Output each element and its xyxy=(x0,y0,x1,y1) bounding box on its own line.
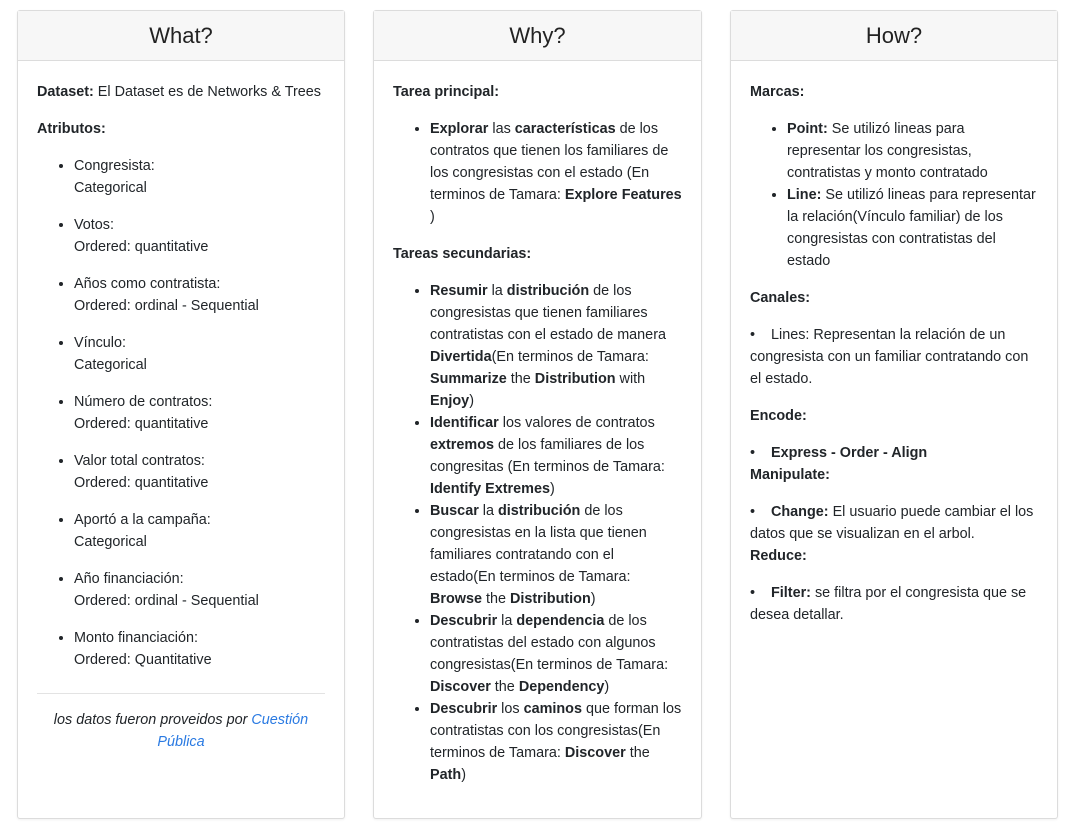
how-header: How? xyxy=(731,11,1057,61)
attribute-type: Categorical xyxy=(74,357,147,373)
mark-label: Line: xyxy=(787,187,822,203)
main-task-label: Tarea principal: xyxy=(393,84,500,100)
why-card: Why? Tarea principal: Explorar las carac… xyxy=(373,10,702,819)
list-item: Identificar los valores de contratos ext… xyxy=(430,412,682,500)
list-item: Años como contratista: Ordered: ordinal -… xyxy=(74,273,325,317)
attribute-name: Años como contratista: xyxy=(74,276,221,292)
list-item: Descubrir los caminos que forman los con… xyxy=(430,698,682,786)
list-item: Explorar las características de los cont… xyxy=(430,118,682,228)
attribute-type: Ordered: quantitative xyxy=(74,416,209,432)
attribute-type: Ordered: quantitative xyxy=(74,475,209,491)
secondary-task-list: Resumir la distribución de los congresis… xyxy=(393,280,682,786)
attributes-label: Atributos: xyxy=(37,121,106,137)
list-item: Votos: Ordered: quantitative xyxy=(74,214,325,258)
attribute-name: Año financiación: xyxy=(74,571,184,587)
filter-item: • Filter: se filtra por el congresista qu… xyxy=(750,582,1038,626)
attribute-type: Categorical xyxy=(74,534,147,550)
dataset-text: El Dataset es de Networks & Trees xyxy=(93,84,321,100)
list-item: Buscar la distribución de los congresist… xyxy=(430,500,682,610)
bullet-icon: • xyxy=(750,327,756,343)
attribute-name: Congresista: xyxy=(74,158,155,174)
attribute-type: Categorical xyxy=(74,180,147,196)
main-task-list: Explorar las características de los cont… xyxy=(393,118,682,228)
what-header: What? xyxy=(18,11,344,61)
encode-item: • Express - Order - Align Manipulate: xyxy=(750,442,1038,486)
attribute-name: Aportó a la campaña: xyxy=(74,512,211,528)
dataset-label: Dataset: xyxy=(37,84,94,100)
list-item: Descubrir la dependencia de los contrati… xyxy=(430,610,682,698)
why-header: Why? xyxy=(374,11,701,61)
attribute-name: Votos: xyxy=(74,217,115,233)
attribute-name: Valor total contratos: xyxy=(74,453,205,469)
attribute-type: Ordered: ordinal - Sequential xyxy=(74,298,259,314)
mark-label: Point: xyxy=(787,121,828,137)
secondary-tasks-label: Tareas secundarias: xyxy=(393,246,532,262)
list-item: Congresista: Categorical xyxy=(74,155,325,199)
data-source-note: los datos fueron proveidos por Cuestión … xyxy=(37,709,325,753)
reduce-label: Reduce: xyxy=(750,548,807,564)
what-card: What? Dataset: El Dataset es de Networks… xyxy=(17,10,345,819)
list-item: Aportó a la campaña: Categorical xyxy=(74,509,325,553)
change-item: • Change: El usuario puede cambiar el los… xyxy=(750,501,1038,567)
list-item: Vínculo: Categorical xyxy=(74,332,325,376)
attribute-name: Monto financiación: xyxy=(74,630,198,646)
list-item: Resumir la distribución de los congresis… xyxy=(430,280,682,412)
marks-list: Point: Se utilizó lineas para representa… xyxy=(750,118,1038,272)
list-item: Point: Se utilizó lineas para representa… xyxy=(787,118,1038,184)
attribute-type: Ordered: quantitative xyxy=(74,239,209,255)
attribute-name: Número de contratos: xyxy=(74,394,213,410)
bullet-icon: • xyxy=(750,445,756,461)
encode-label: Encode: xyxy=(750,408,807,424)
bullet-icon: • xyxy=(750,504,756,520)
list-item: Line: Se utilizó lineas para representar… xyxy=(787,184,1038,272)
how-card: How? Marcas: Point: Se utilizó lineas pa… xyxy=(730,10,1058,819)
manipulate-label: Manipulate: xyxy=(750,467,830,483)
list-item: Valor total contratos: Ordered: quantitat… xyxy=(74,450,325,494)
channels-label: Canales: xyxy=(750,290,810,306)
footnote-text: los datos fueron proveidos por xyxy=(53,712,252,728)
bullet-icon: • xyxy=(750,585,756,601)
attribute-type: Ordered: ordinal - Sequential xyxy=(74,593,259,609)
divider xyxy=(37,693,325,694)
channels-item: • Lines: Representan la relación de un co… xyxy=(750,324,1038,390)
attribute-type: Ordered: Quantitative xyxy=(74,652,212,668)
list-item: Monto financiación: Ordered: Quantitative xyxy=(74,627,325,671)
list-item: Año financiación: Ordered: ordinal - Sequ… xyxy=(74,568,325,612)
attributes-list: Congresista: Categorical Votos: Ordered: q… xyxy=(37,155,325,671)
marks-label: Marcas: xyxy=(750,84,805,100)
dataset-line: Dataset: El Dataset es de Networks & Tre… xyxy=(37,81,325,103)
attribute-name: Vínculo: xyxy=(74,335,126,351)
list-item: Número de contratos: Ordered: quantitativ… xyxy=(74,391,325,435)
